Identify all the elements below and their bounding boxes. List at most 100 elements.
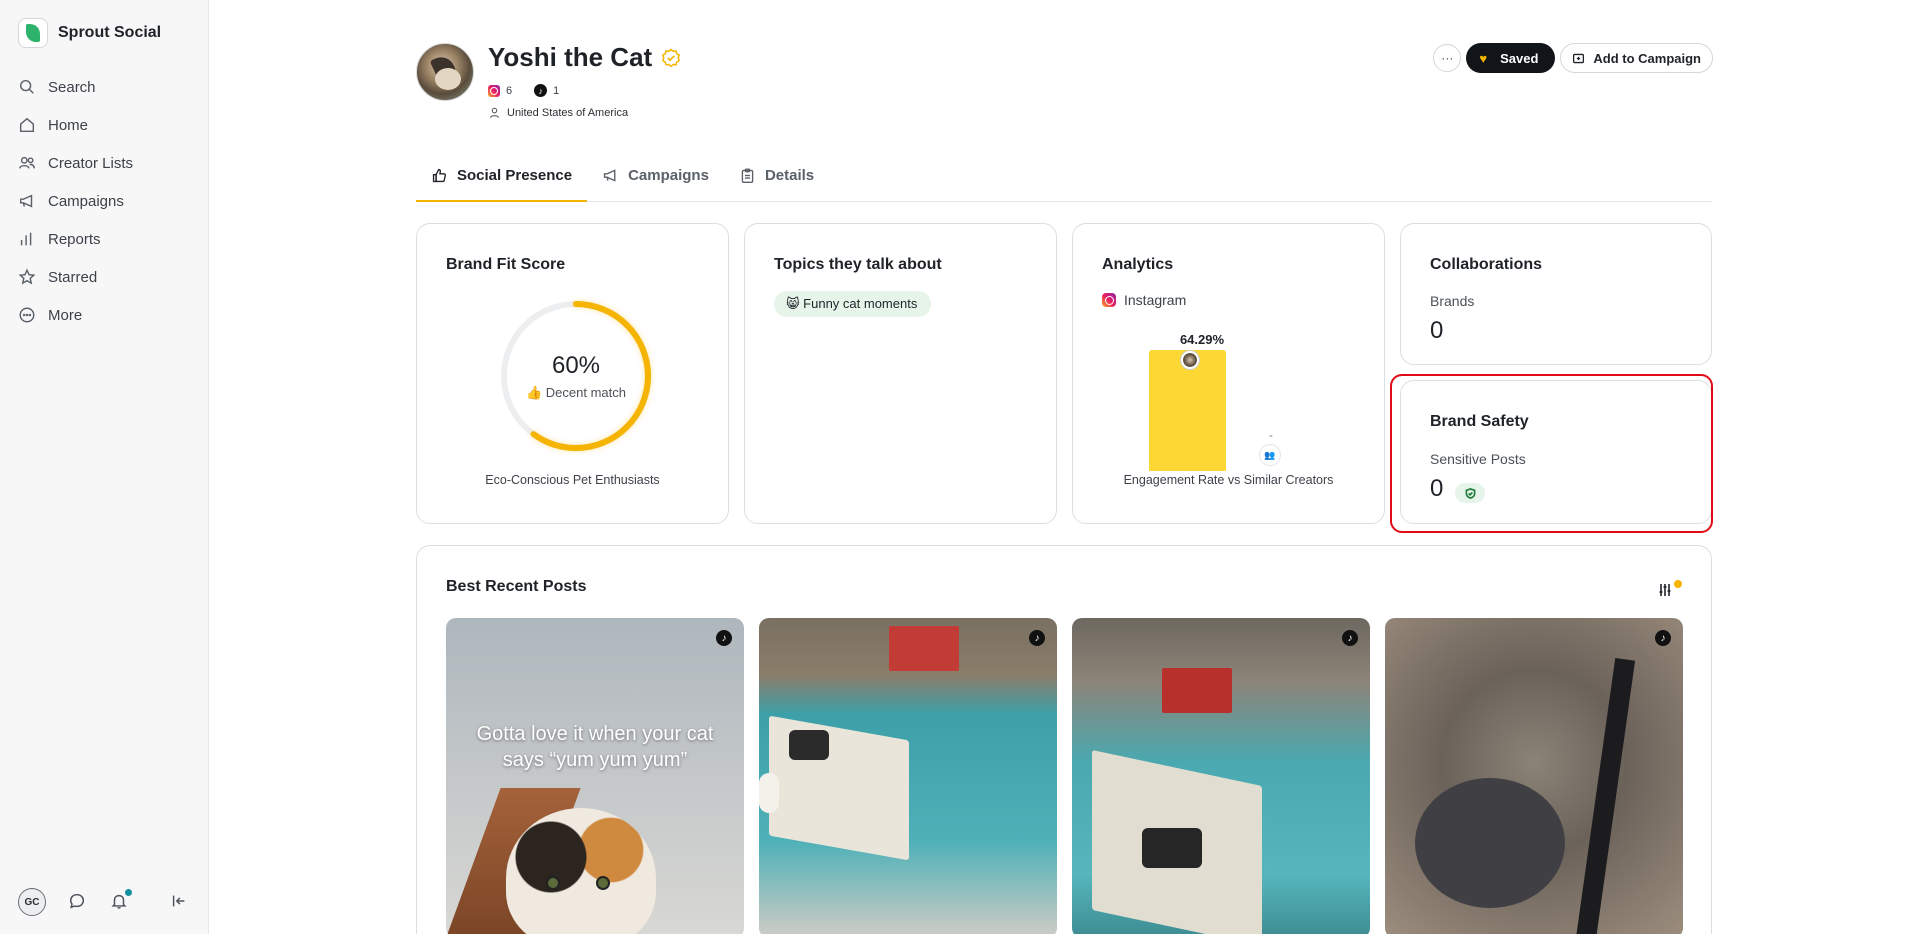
- bell-icon[interactable]: [110, 889, 132, 912]
- analytics-card: Analytics Instagram 64.29% - 👥 Engagemen…: [1072, 223, 1385, 524]
- header-actions: ··· ♥ Saved Add to Campaign: [1433, 43, 1713, 73]
- card-title: Analytics: [1102, 256, 1174, 273]
- platform-label: Instagram: [1124, 292, 1187, 308]
- chat-icon[interactable]: [68, 892, 88, 912]
- sidebar-nav: Search Home Creator Lists Campaigns Repo…: [18, 68, 198, 334]
- more-circle-icon: [19, 307, 35, 323]
- bar-value-label: 64.29%: [1179, 332, 1225, 347]
- audience-caption: Eco-Conscious Pet Enthusiasts: [485, 473, 660, 487]
- location-pin-icon: [490, 107, 499, 118]
- megaphone-icon: [19, 194, 33, 208]
- shield-check-icon: [1465, 487, 1475, 499]
- profile-avatar: [416, 43, 474, 101]
- tab-campaigns[interactable]: Campaigns: [587, 150, 724, 201]
- card-title: Brand Fit Score: [446, 256, 566, 273]
- sidebar-item-starred[interactable]: Starred: [18, 258, 198, 296]
- sidebar-item-label: Home: [48, 116, 89, 134]
- sidebar-item-home[interactable]: Home: [18, 106, 198, 144]
- profile-location: United States of America: [488, 106, 628, 119]
- profile-tabs: Social Presence Campaigns Details: [416, 150, 1712, 202]
- platform-selector[interactable]: Instagram: [1102, 292, 1186, 308]
- brand-safety-card: Brand Safety Sensitive Posts 0: [1400, 380, 1712, 524]
- tiktok-icon: ♪: [1342, 630, 1358, 646]
- brand-fit-score: 60%: [551, 351, 601, 379]
- heart-icon: ♥: [1479, 50, 1488, 66]
- profile-name: Yoshi the Cat: [488, 42, 653, 72]
- brand[interactable]: Sprout Social: [18, 18, 161, 48]
- card-title: Topics they talk about: [774, 256, 942, 273]
- post-caption: Gotta love it when your cat says “yum yu…: [476, 723, 714, 771]
- post-card[interactable]: ♪: [1385, 618, 1683, 934]
- post-card[interactable]: ♪: [1072, 618, 1370, 934]
- tiktok-icon: ♪: [1655, 630, 1671, 646]
- sidebar-item-label: Reports: [48, 230, 101, 248]
- filter-active-dot: [1674, 580, 1682, 588]
- more-options-button[interactable]: ···: [1433, 44, 1462, 72]
- tab-label: Social Presence: [457, 166, 573, 184]
- creator-avatar-marker: [1181, 351, 1199, 369]
- sidebar-item-label: More: [48, 306, 83, 324]
- instagram-icon: [1102, 293, 1116, 307]
- sidebar-item-creator-lists[interactable]: Creator Lists: [18, 144, 198, 182]
- card-title: Best Recent Posts: [446, 578, 587, 595]
- profile-stats: 6 ♪ 1: [488, 84, 559, 97]
- chart-caption: Engagement Rate vs Similar Creators: [1123, 473, 1334, 487]
- megaphone-icon: [603, 169, 616, 182]
- bar-value-label: -: [1269, 430, 1273, 442]
- app-name: Sprout Social: [58, 24, 162, 41]
- user-avatar[interactable]: GC: [18, 888, 46, 916]
- filter-button[interactable]: [1657, 580, 1682, 604]
- saved-label: Saved: [1500, 50, 1539, 66]
- sensitive-posts-value: 0: [1430, 475, 1444, 502]
- notification-dot: [125, 889, 132, 896]
- safe-badge: [1455, 483, 1485, 503]
- sidebar-item-label: Starred: [48, 268, 98, 286]
- home-icon: [19, 117, 35, 133]
- post-card[interactable]: ♪: [759, 618, 1057, 934]
- sidebar-item-more[interactable]: More: [18, 296, 198, 334]
- tiktok-stat[interactable]: ♪ 1: [534, 84, 559, 97]
- users-icon: [19, 156, 35, 169]
- topic-chip[interactable]: 😸 Funny cat moments: [774, 291, 932, 317]
- collapse-sidebar-icon[interactable]: [170, 892, 190, 912]
- add-to-campaign-button[interactable]: Add to Campaign: [1560, 43, 1713, 73]
- brand-fit-card: Brand Fit Score 60% 👍 Decent match Eco-C…: [416, 223, 729, 524]
- tiktok-count: 1: [553, 84, 560, 97]
- clipboard-icon: [741, 168, 754, 183]
- collaborations-card: Collaborations Brands 0: [1400, 223, 1712, 365]
- similar-creators-icon: 👥: [1259, 444, 1281, 466]
- tab-social-presence[interactable]: Social Presence: [416, 150, 588, 202]
- card-title: Brand Safety: [1430, 413, 1529, 430]
- profile-header: Yoshi the Cat: [488, 42, 681, 73]
- sidebar-item-search[interactable]: Search: [18, 68, 198, 106]
- sidebar: Sprout Social Search Home Creator Lists …: [0, 0, 209, 934]
- instagram-count: 6: [506, 84, 513, 97]
- tiktok-icon: ♪: [1029, 630, 1045, 646]
- star-icon: [18, 268, 36, 285]
- sidebar-item-campaigns[interactable]: Campaigns: [18, 182, 198, 220]
- tab-details[interactable]: Details: [724, 150, 829, 201]
- brand-fit-gauge: 60% 👍 Decent match: [498, 298, 654, 454]
- tab-label: Details: [764, 167, 815, 184]
- saved-button[interactable]: ♥ Saved: [1466, 43, 1556, 73]
- add-to-campaign-label: Add to Campaign: [1593, 50, 1701, 66]
- instagram-stat[interactable]: 6: [488, 84, 512, 97]
- sidebar-item-label: Campaigns: [48, 192, 124, 210]
- sidebar-item-label: Search: [48, 78, 96, 96]
- tab-label: Campaigns: [628, 167, 709, 184]
- sidebar-item-label: Creator Lists: [48, 154, 134, 172]
- location-text: United States of America: [507, 106, 629, 119]
- folder-plus-icon: [1573, 53, 1585, 63]
- best-posts-card: Best Recent Posts ♪ Gotta love it when y…: [416, 545, 1712, 934]
- brands-value: 0: [1430, 317, 1444, 344]
- match-label: 👍 Decent match: [525, 384, 626, 400]
- verified-badge-icon: [662, 48, 681, 67]
- card-title: Collaborations: [1430, 256, 1543, 273]
- tiktok-icon: ♪: [534, 84, 548, 97]
- sprout-logo-icon: [18, 18, 48, 48]
- sidebar-item-reports[interactable]: Reports: [18, 220, 198, 258]
- sliders-icon: [1659, 584, 1671, 596]
- post-card[interactable]: ♪ Gotta love it when your cat says “yum …: [446, 618, 744, 934]
- search-icon: [19, 79, 34, 94]
- tiktok-icon: ♪: [716, 630, 732, 646]
